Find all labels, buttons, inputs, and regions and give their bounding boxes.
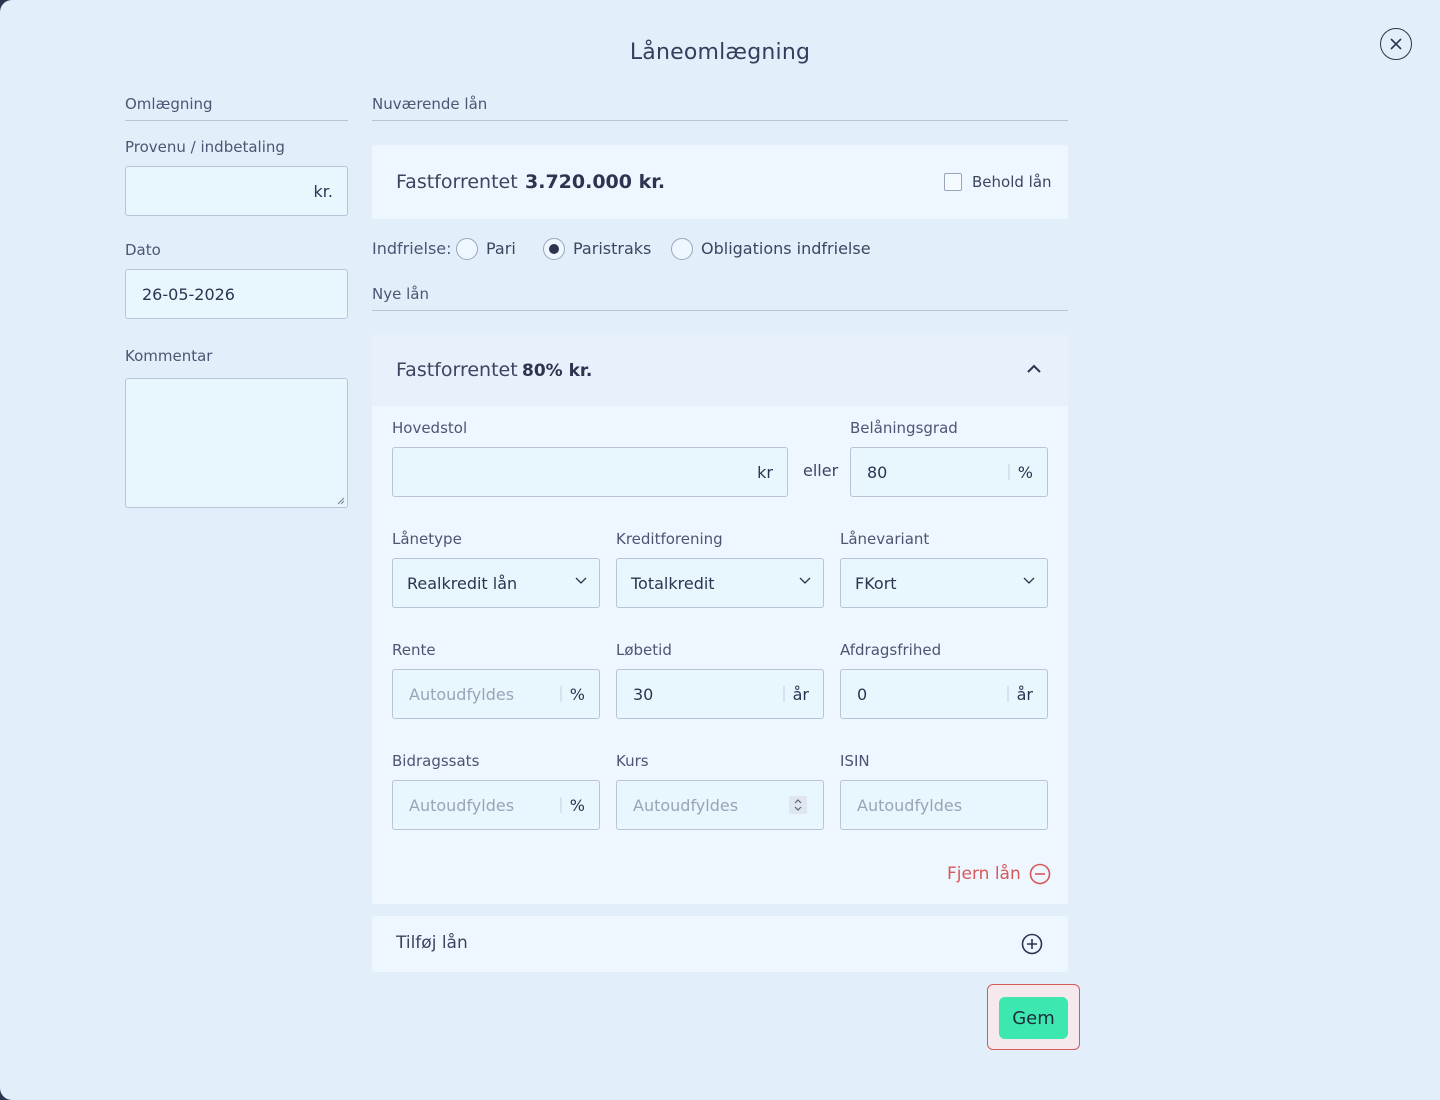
new-loan-header[interactable]: Fastforrentet 80% kr.	[372, 335, 1068, 406]
laanetype-value: Realkredit lån	[407, 573, 518, 593]
page-title: Låneomlægning	[629, 40, 811, 65]
loebetid-value: 30	[633, 684, 654, 704]
hovedstol-label: Hovedstol	[392, 419, 468, 437]
laanetype-select[interactable]: Realkredit lån	[392, 558, 600, 608]
hovedstol-unit: kr	[757, 462, 773, 482]
provenu-input[interactable]: kr.	[125, 166, 348, 216]
bidragssats-input[interactable]: Autoudfyldes %	[392, 780, 600, 830]
resize-grip-icon[interactable]	[337, 497, 345, 505]
hovedstol-input[interactable]: kr	[392, 447, 788, 497]
provenu-label: Provenu / indbetaling	[125, 138, 285, 156]
isin-label: ISIN	[840, 752, 870, 770]
belaaningsgrad-input[interactable]: 80 %	[850, 447, 1048, 497]
kurs-input[interactable]: Autoudfyldes	[616, 780, 824, 830]
dato-input[interactable]: 26-05-2026	[125, 269, 348, 319]
radio-obligations-label: Obligations indfrielse	[701, 239, 871, 258]
remove-loan-label: Fjern lån	[947, 864, 1021, 884]
rente-placeholder: Autoudfyldes	[409, 684, 515, 704]
add-loan-row[interactable]: Tilføj lån	[372, 916, 1068, 972]
laanevariant-label: Lånevariant	[840, 530, 930, 548]
current-loan-card: Fastforrentet 3.720.000 kr. Behold lån	[372, 145, 1068, 219]
belaaningsgrad-label: Belåningsgrad	[850, 419, 958, 437]
rente-input[interactable]: Autoudfyldes %	[392, 669, 600, 719]
unit-divider	[1006, 686, 1009, 702]
kommentar-textarea[interactable]	[125, 378, 348, 508]
loebetid-unit: år	[792, 684, 809, 704]
rente-unit: %	[569, 684, 585, 704]
kreditforening-value: Totalkredit	[631, 573, 715, 593]
radio-obligations[interactable]	[671, 238, 693, 260]
provenu-unit: kr.	[313, 181, 333, 201]
spinner-icon	[794, 799, 802, 811]
chevron-down-icon	[799, 577, 811, 584]
minus-circle-icon	[1029, 863, 1051, 885]
loebetid-label: Løbetid	[616, 641, 672, 659]
afdragsfrihed-unit: år	[1016, 684, 1033, 704]
kreditforening-label: Kreditforening	[616, 530, 723, 548]
unit-divider	[1007, 464, 1010, 480]
chevron-down-icon	[575, 577, 587, 584]
keep-loan-checkbox[interactable]	[944, 173, 962, 191]
dato-label: Dato	[125, 241, 161, 259]
or-label: eller	[803, 461, 839, 480]
bidragssats-unit: %	[569, 795, 585, 815]
indfrielse-label: Indfrielse:	[372, 239, 452, 258]
unit-divider	[559, 686, 562, 702]
bidragssats-placeholder: Autoudfyldes	[409, 795, 515, 815]
new-loan-card: Fastforrentet 80% kr. Hovedstol kr eller…	[372, 335, 1068, 904]
afdragsfrihed-value: 0	[857, 684, 868, 704]
isin-placeholder: Autoudfyldes	[857, 795, 963, 815]
laanevariant-select[interactable]: FKort	[840, 558, 1048, 608]
remove-loan-button[interactable]: Fjern lån	[947, 863, 1051, 885]
section-nye-laan: Nye lån	[372, 285, 1068, 311]
bidragssats-label: Bidragssats	[392, 752, 480, 770]
laanevariant-value: FKort	[855, 573, 897, 593]
kreditforening-select[interactable]: Totalkredit	[616, 558, 824, 608]
save-button[interactable]: Gem	[999, 997, 1068, 1039]
chevron-down-icon	[1023, 577, 1035, 584]
section-omlaegning: Omlægning	[125, 95, 348, 121]
current-loan-type: Fastforrentet	[396, 171, 518, 193]
close-icon	[1390, 38, 1402, 50]
radio-paristraks[interactable]	[543, 238, 565, 260]
radio-pari-label: Pari	[486, 239, 516, 258]
afdragsfrihed-input[interactable]: 0 år	[840, 669, 1048, 719]
add-loan-label: Tilføj lån	[396, 933, 468, 953]
dato-value: 26-05-2026	[142, 284, 235, 304]
belaaningsgrad-unit: %	[1017, 462, 1033, 482]
kurs-placeholder: Autoudfyldes	[633, 795, 739, 815]
new-loan-type: Fastforrentet	[396, 359, 518, 381]
keep-loan-label: Behold lån	[972, 173, 1052, 191]
radio-paristraks-label: Paristraks	[573, 239, 652, 258]
isin-input[interactable]: Autoudfyldes	[840, 780, 1048, 830]
unit-divider	[782, 686, 785, 702]
laanetype-label: Lånetype	[392, 530, 462, 548]
close-button[interactable]	[1380, 28, 1412, 60]
kommentar-label: Kommentar	[125, 347, 213, 365]
loebetid-input[interactable]: 30 år	[616, 669, 824, 719]
unit-divider	[559, 797, 562, 813]
current-loan-amount: 3.720.000 kr.	[525, 171, 666, 193]
new-loan-amount: 80% kr.	[522, 361, 593, 381]
chevron-up-icon[interactable]	[1026, 364, 1042, 374]
afdragsfrihed-label: Afdragsfrihed	[840, 641, 942, 659]
loan-restructure-modal: Låneomlægning Omlægning Provenu / indbet…	[0, 0, 1440, 1100]
number-spinner[interactable]	[789, 796, 807, 814]
rente-label: Rente	[392, 641, 436, 659]
section-nuvaerende: Nuværende lån	[372, 95, 1068, 121]
radio-pari[interactable]	[456, 238, 478, 260]
save-focus-ring: Gem	[987, 984, 1080, 1050]
belaaningsgrad-value: 80	[867, 462, 888, 482]
kurs-label: Kurs	[616, 752, 649, 770]
plus-circle-icon[interactable]	[1021, 933, 1043, 955]
